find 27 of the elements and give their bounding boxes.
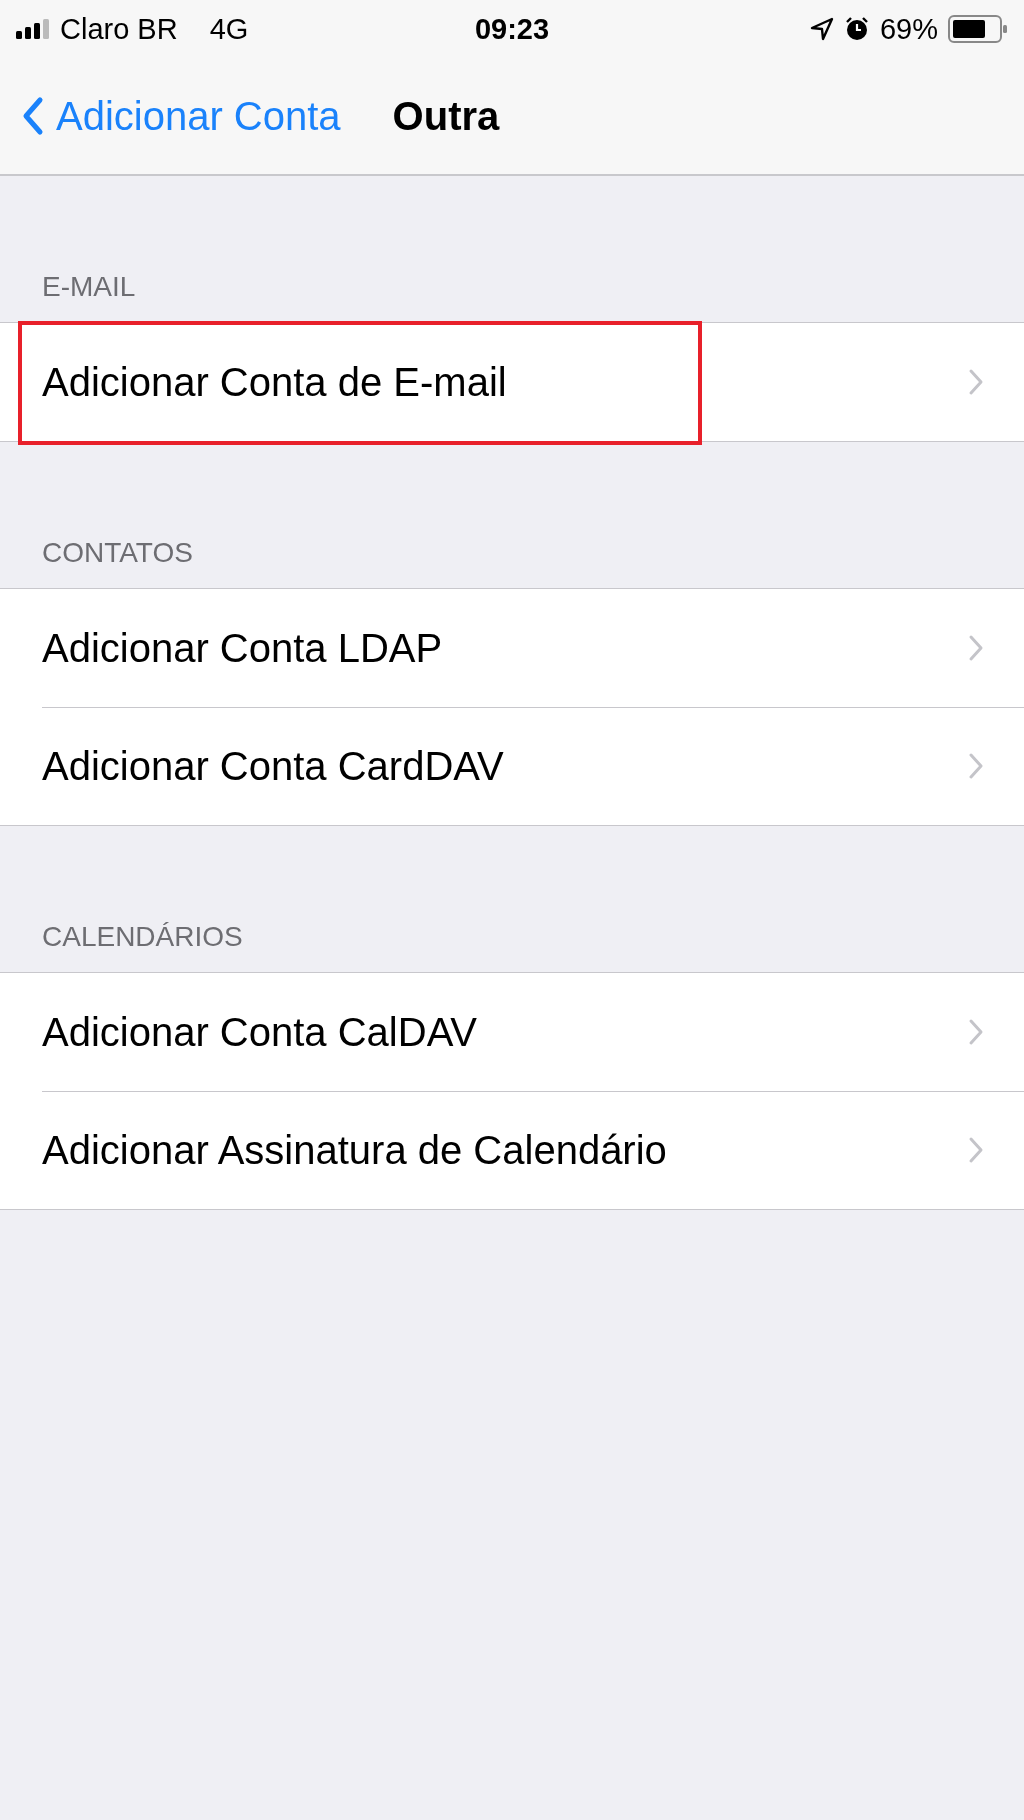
carrier-name: Claro BR: [60, 12, 178, 46]
back-chevron-icon: [22, 96, 44, 136]
row-label: Adicionar Conta LDAP: [42, 625, 443, 671]
section-header: E-MAIL: [41, 270, 137, 304]
signal-icon: [16, 19, 52, 39]
row-label: Adicionar Conta CalDAV: [42, 1009, 478, 1055]
row-label: Adicionar Conta CardDAV: [42, 743, 504, 789]
battery-percent: 69%: [879, 12, 938, 46]
battery-icon: [948, 15, 1008, 43]
chevron-right-icon: [968, 634, 984, 662]
page-title: Outra: [392, 93, 500, 139]
chevron-right-icon: [968, 752, 984, 780]
section-header: CONTATOS: [41, 536, 194, 570]
list-row[interactable]: Adicionar Conta LDAP: [0, 589, 1024, 707]
row-label: Adicionar Assinatura de Calendário: [42, 1127, 667, 1173]
chevron-right-icon: [968, 368, 984, 396]
status-time: 09:23: [474, 12, 550, 46]
location-arrow-icon: [809, 17, 834, 41]
row-label: Adicionar Conta de E-mail: [42, 359, 507, 405]
list-row[interactable]: Adicionar Assinatura de Calendário: [0, 1091, 1024, 1209]
section-header: CALENDÁRIOS: [41, 920, 244, 954]
list-row[interactable]: Adicionar Conta CalDAV: [0, 973, 1024, 1091]
list-row[interactable]: Adicionar Conta CardDAV: [0, 707, 1024, 825]
chevron-right-icon: [968, 1018, 984, 1046]
list-row[interactable]: Adicionar Conta de E-mail: [0, 323, 1024, 441]
chevron-right-icon: [968, 1136, 984, 1164]
network-type: 4G: [209, 12, 249, 46]
